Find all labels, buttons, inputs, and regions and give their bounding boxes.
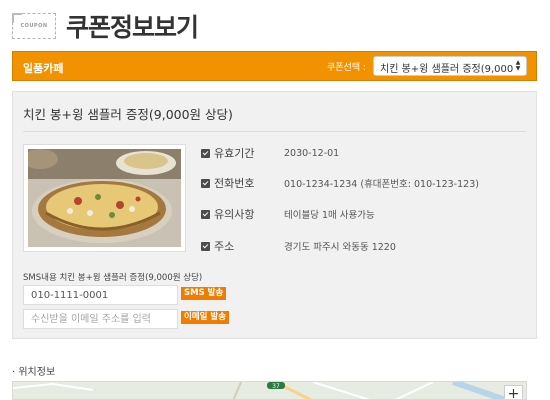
sms-content-label: SMS내용 치킨 봉+윙 샘플러 증정(9,000원 상당): [23, 273, 203, 283]
detail-value: 테이블당 1매 사용가능: [284, 210, 375, 221]
check-bullet-icon: [201, 241, 210, 251]
detail-value: 2030-12-01: [284, 147, 340, 159]
email-send-button[interactable]: 이메일 발송: [181, 311, 230, 324]
map-tiles: 37: [13, 382, 526, 399]
detail-row-expiry: 유효기간 2030-12-01: [201, 144, 339, 162]
check-bullet-icon: [201, 209, 210, 219]
detail-row-notes: 유의사항 테이블당 1매 사용가능: [201, 205, 375, 223]
zoom-in-button[interactable]: +: [504, 385, 523, 399]
select-arrows-icon: ▲ ▼: [514, 59, 522, 72]
coupon-detail-panel: 치킨 봉+윙 샘플러 증정(9,000원 상당) 유효기간 2030-12-01: [12, 91, 537, 339]
check-bullet-icon: [201, 178, 210, 188]
coupon-photo: [23, 144, 186, 252]
detail-label: 유효기간: [214, 147, 255, 160]
page-title: 쿠폰정보보기: [66, 13, 199, 42]
phone-number-input[interactable]: [23, 285, 178, 305]
detail-value: 010-1234-1234 (휴대폰번호: 010-123-123): [284, 179, 479, 190]
pizza-photo-image: [28, 149, 181, 247]
store-name: 일품카페: [23, 62, 64, 75]
detail-label: 전화번호: [214, 177, 255, 190]
detail-row-phone: 전화번호 010-1234-1234 (휴대폰번호: 010-123-123): [201, 174, 479, 192]
location-map[interactable]: 37 +: [12, 381, 527, 400]
detail-value: 경기도 파주시 와동동 1220: [284, 242, 396, 253]
location-section-title: · 위치정보: [12, 367, 56, 378]
check-bullet-icon: [201, 148, 210, 158]
divider: [23, 131, 526, 132]
detail-label: 주소: [214, 240, 235, 253]
coupon-name: 치킨 봉+윙 샘플러 증정(9,000원 상당): [23, 107, 233, 122]
detail-label: 유의사항: [214, 208, 255, 221]
coupon-select[interactable]: 치킨 봉+윙 샘플러 증정(9,000 ▲ ▼: [373, 56, 527, 76]
page-header: COUPON 쿠폰정보보기: [12, 8, 199, 44]
coupon-select-value: 치킨 봉+윙 샘플러 증정(9,000: [380, 64, 514, 75]
sms-send-button[interactable]: SMS 발송: [181, 287, 227, 300]
coupon-icon-text: COUPON: [20, 23, 48, 29]
coupon-icon: COUPON: [12, 13, 56, 39]
detail-row-address: 주소 경기도 파주시 와동동 1220: [201, 237, 396, 255]
store-bar: 일품카페 쿠폰선택 : 치킨 봉+윙 샘플러 증정(9,000 ▲ ▼: [12, 51, 537, 81]
road-number-badge: 37: [272, 383, 280, 390]
email-input[interactable]: [23, 309, 178, 329]
coupon-select-label: 쿠폰선택 :: [327, 63, 367, 73]
